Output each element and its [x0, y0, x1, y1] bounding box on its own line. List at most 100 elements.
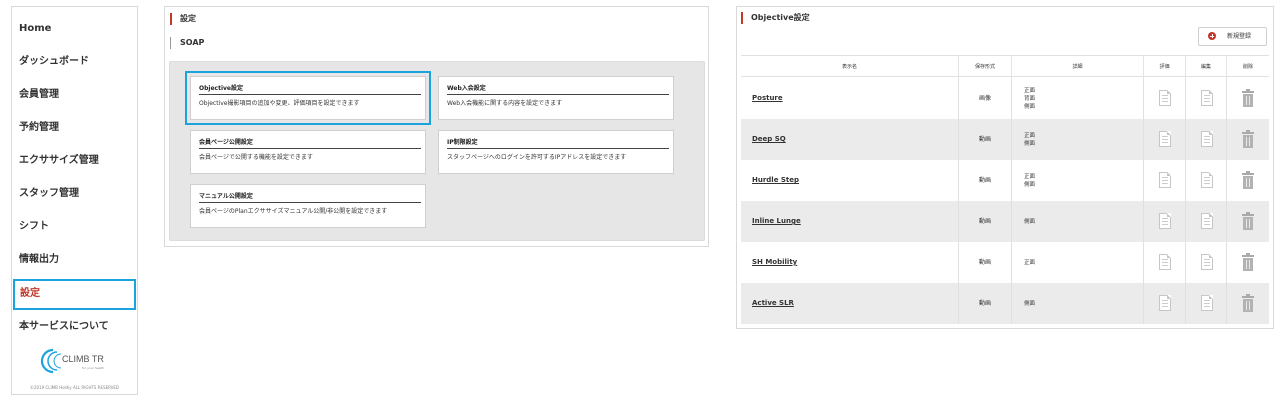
climb-tr-logo: CLIMB TR for your health [40, 346, 120, 376]
header-detail: 詳細 [1012, 56, 1144, 78]
card-title: マニュアル公開設定 [199, 191, 421, 203]
table-row: Active SLR 動画 側面 [741, 283, 1269, 324]
sidebar-item-dashboard[interactable]: ダッシュボード [12, 47, 137, 77]
sidebar-item-settings[interactable]: 設定 [13, 279, 136, 310]
detail-view: 側面 [1024, 182, 1036, 188]
new-registration-button[interactable]: 新規登録 [1198, 27, 1267, 46]
objective-name-link[interactable]: Hurdle Step [752, 176, 799, 184]
detail-cell: 正面 側面 [1012, 119, 1144, 160]
detail-view: 側面 [1024, 219, 1036, 225]
edit-document-icon[interactable] [1201, 172, 1213, 188]
delete-cell [1227, 119, 1269, 160]
delete-cell [1227, 78, 1269, 119]
edit-document-icon[interactable] [1201, 295, 1213, 311]
objective-name-link[interactable]: SH Mobility [752, 258, 797, 266]
eval-cell [1144, 201, 1186, 242]
settings-card-grid: Objective設定 Objective撮影項目の追加や変更、評価項目を設定で… [169, 61, 705, 241]
detail-view: 正面 [1024, 133, 1036, 139]
header-eval: 評価 [1144, 56, 1186, 78]
evaluation-document-icon[interactable] [1159, 90, 1171, 106]
sidebar-item-about[interactable]: 本サービスについて [12, 312, 137, 342]
detail-view: 正面 [1024, 174, 1036, 180]
delete-cell [1227, 242, 1269, 283]
card-title: IP制限設定 [447, 137, 669, 149]
card-description: 会員ページで公開する機能を設定できます [199, 154, 313, 161]
sidebar-item-reservations[interactable]: 予約管理 [12, 113, 137, 143]
eval-cell [1144, 283, 1186, 324]
evaluation-document-icon[interactable] [1159, 172, 1171, 188]
edit-cell [1186, 283, 1227, 324]
delete-cell [1227, 283, 1269, 324]
trash-icon[interactable] [1242, 89, 1254, 107]
objective-name-link[interactable]: Active SLR [752, 299, 794, 307]
sidebar-item-staff[interactable]: スタッフ管理 [12, 179, 137, 209]
page-title: 設定 [170, 13, 196, 25]
format-cell: 動画 [959, 201, 1012, 242]
header-delete: 削除 [1242, 64, 1253, 70]
sidebar-item-exercises[interactable]: エクササイズ管理 [12, 146, 137, 176]
evaluation-document-icon[interactable] [1159, 131, 1171, 147]
evaluation-document-icon[interactable] [1159, 295, 1171, 311]
sidebar-item-export[interactable]: 情報出力 [12, 245, 137, 275]
edit-document-icon[interactable] [1201, 213, 1213, 229]
card-manual-publish-settings[interactable]: マニュアル公開設定 会員ページのPlanエクササイズマニュアル公開/非公開を設定… [190, 184, 426, 228]
delete-cell [1227, 201, 1269, 242]
objective-name-link[interactable]: Posture [752, 94, 783, 102]
detail-view: 正面 [1024, 88, 1036, 94]
trash-icon[interactable] [1242, 130, 1254, 148]
edit-cell [1186, 242, 1227, 283]
eval-cell [1144, 119, 1186, 160]
card-objective-settings[interactable]: Objective設定 Objective撮影項目の追加や変更、評価項目を設定で… [185, 71, 431, 125]
header-name: 表示名 [741, 56, 959, 78]
header-edit: 編集 [1186, 56, 1227, 78]
detail-view: 側面 [1024, 301, 1036, 307]
trash-icon[interactable] [1242, 253, 1254, 271]
format-cell: 動画 [959, 283, 1012, 324]
logo-tagline: for your health [82, 366, 105, 370]
edit-document-icon[interactable] [1201, 131, 1213, 147]
table-row: Hurdle Step 動画 正面 側面 [741, 160, 1269, 201]
table-header: 表示名 保存形式 詳細 評価 編集 削除 [741, 55, 1269, 78]
objective-name-link[interactable]: Deep SQ [752, 135, 786, 143]
eval-cell [1144, 160, 1186, 201]
plus-circle-icon [1208, 32, 1216, 40]
format-cell: 動画 [959, 160, 1012, 201]
objective-name-link[interactable]: Inline Lunge [752, 217, 801, 225]
card-member-page-settings[interactable]: 会員ページ公開設定 会員ページで公開する機能を設定できます [190, 130, 426, 174]
detail-view: 正面 [1024, 260, 1036, 266]
detail-view: 背面 [1024, 96, 1036, 102]
logo-text: CLIMB TR [62, 354, 104, 364]
card-ip-restriction-settings[interactable]: IP制限設定 スタッフページへのログインを許可するIPアドレスを設定できます [438, 130, 674, 174]
edit-document-icon[interactable] [1201, 254, 1213, 270]
detail-cell: 正面 側面 [1012, 160, 1144, 201]
eval-cell [1144, 242, 1186, 283]
edit-cell [1186, 201, 1227, 242]
format-cell: 画像 [959, 78, 1012, 119]
name-cell: Posture [741, 78, 959, 119]
detail-cell: 正面 [1012, 242, 1144, 283]
sidebar-item-shift[interactable]: シフト [12, 212, 137, 242]
edit-cell [1186, 78, 1227, 119]
card-title: Web入会設定 [447, 83, 669, 95]
evaluation-document-icon[interactable] [1159, 213, 1171, 229]
name-cell: SH Mobility [741, 242, 959, 283]
card-web-admission-settings[interactable]: Web入会設定 Web入会機能に関する内容を設定できます [438, 76, 674, 120]
eval-cell [1144, 78, 1186, 119]
card-title: Objective設定 [199, 83, 421, 95]
detail-cell: 側面 [1012, 201, 1144, 242]
trash-icon[interactable] [1242, 171, 1254, 189]
detail-view: 側面 [1024, 104, 1036, 110]
edit-document-icon[interactable] [1201, 90, 1213, 106]
settings-panel: 設定 SOAP Objective設定 Objective撮影項目の追加や変更、… [164, 6, 709, 247]
table-row: SH Mobility 動画 正面 [741, 242, 1269, 283]
sidebar-item-members[interactable]: 会員管理 [12, 80, 137, 110]
trash-icon[interactable] [1242, 294, 1254, 312]
card-description: 会員ページのPlanエクササイズマニュアル公開/非公開を設定できます [199, 208, 388, 215]
sidebar-item-home[interactable]: Home [12, 14, 137, 44]
evaluation-document-icon[interactable] [1159, 254, 1171, 270]
header-format: 保存形式 [959, 56, 1012, 78]
new-registration-label: 新規登録 [1227, 33, 1252, 40]
delete-cell [1227, 160, 1269, 201]
trash-icon[interactable] [1242, 212, 1254, 230]
table-row: Deep SQ 動画 正面 側面 [741, 119, 1269, 160]
